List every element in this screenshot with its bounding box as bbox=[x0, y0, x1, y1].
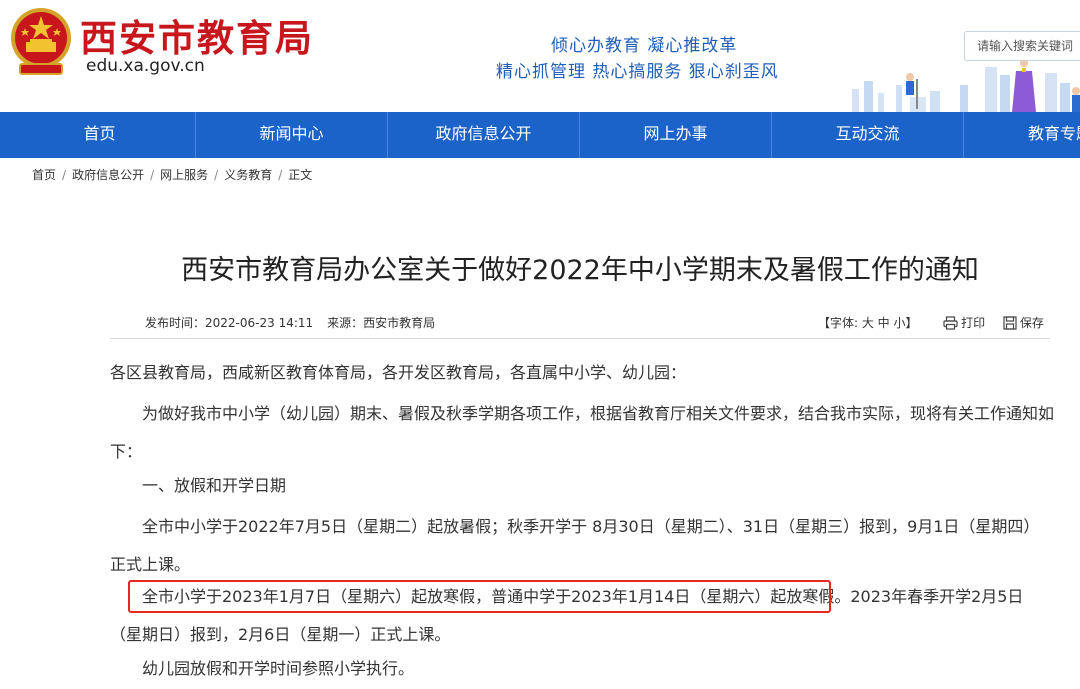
site-domain: edu.xa.gov.cn bbox=[86, 56, 205, 76]
breadcrumb-home[interactable]: 首页 bbox=[32, 168, 56, 182]
breadcrumb-separator: / bbox=[62, 168, 67, 182]
nav-divider bbox=[963, 112, 964, 158]
nav-item-gov-info[interactable]: 政府信息公开 bbox=[388, 112, 579, 158]
save-disk-icon bbox=[1003, 316, 1017, 330]
slogan-line-2: 精心抓管理 热心搞服务 狠心刹歪风 bbox=[496, 62, 779, 82]
breadcrumb: 首页 / 政府信息公开 / 网上服务 / 义务教育 / 正文 bbox=[32, 166, 312, 183]
printer-icon bbox=[943, 316, 958, 330]
print-label: 打印 bbox=[961, 316, 986, 330]
search-input[interactable] bbox=[964, 31, 1080, 61]
article-salutation: 各区县教育局，西咸新区教育体育局，各开发区教育局，各直属中小学、幼儿园： bbox=[110, 354, 1055, 392]
article-summer-paragraph: 全市中小学于2022年7月5日（星期二）起放暑假；秋季开学于 8月30日（星期二… bbox=[110, 508, 1055, 584]
national-emblem-icon bbox=[11, 8, 71, 75]
article-title: 西安市教育局办公室关于做好2022年中小学期末及暑假工作的通知 bbox=[181, 255, 979, 286]
nav-item-news[interactable]: 新闻中心 bbox=[196, 112, 387, 158]
salutation-text: 各区县教育局，西咸新区教育体育局，各开发区教育局，各直属中小学、幼儿园： bbox=[110, 363, 687, 382]
publish-time-label: 发布时间： bbox=[145, 316, 206, 330]
article-meta: 发布时间：2022-06-23 14:11 来源：西安市教育局 bbox=[145, 314, 435, 331]
city-skyline-illustration bbox=[852, 59, 1080, 112]
save-label: 保存 bbox=[1019, 316, 1044, 330]
summer-dates-text: 全市中小学于2022年7月5日（星期二）起放暑假；秋季开学于 8月30日（星期二… bbox=[110, 517, 1040, 574]
breadcrumb-compulsory-education[interactable]: 义务教育 bbox=[224, 168, 272, 182]
breadcrumb-separator: / bbox=[214, 168, 219, 182]
print-button[interactable]: 打印 bbox=[943, 316, 989, 330]
winter-dates-highlighted-text: 全市小学于2023年1月7日（星期六）起放寒假，普通中学于2023年1月14日（… bbox=[142, 587, 851, 606]
article-intro: 为做好我市中小学（幼儿园）期末、暑假及秋季学期各项工作，根据省教育厅相关文件要求… bbox=[110, 395, 1055, 471]
breadcrumb-separator: / bbox=[278, 168, 283, 182]
breadcrumb-separator: / bbox=[150, 168, 155, 182]
nav-item-home[interactable]: 首页 bbox=[4, 112, 195, 158]
article-section-heading: 一、放假和开学日期 bbox=[110, 467, 1055, 505]
breadcrumb-current: 正文 bbox=[288, 168, 313, 182]
section-1-heading: 一、放假和开学日期 bbox=[142, 476, 287, 495]
article-source: 西安市教育局 bbox=[363, 316, 436, 330]
article-winter-paragraph: 全市小学于2023年1月7日（星期六）起放寒假，普通中学于2023年1月14日（… bbox=[110, 578, 1055, 654]
site-header: 西安市教育局 edu.xa.gov.cn 倾心办教育 凝心推改革 精心抓管理 热… bbox=[0, 0, 1080, 112]
article-tools: 【字体: 大 中 小】 打印 保存 bbox=[818, 314, 1044, 331]
save-button[interactable]: 保存 bbox=[1003, 316, 1044, 330]
source-label: 来源： bbox=[327, 316, 364, 330]
site-name: 西安市教育局 bbox=[80, 16, 314, 60]
divider-line bbox=[110, 338, 1050, 339]
font-size-switcher[interactable]: 【字体: 大 中 小】 bbox=[818, 316, 918, 330]
slogan-line-1: 倾心办教育 凝心推改革 bbox=[551, 36, 738, 56]
breadcrumb-online-services[interactable]: 网上服务 bbox=[160, 168, 208, 182]
breadcrumb-gov-info[interactable]: 政府信息公开 bbox=[72, 168, 144, 182]
main-nav: 首页 新闻中心 政府信息公开 网上办事 互动交流 教育专题 bbox=[0, 112, 1080, 158]
kindergarten-text: 幼儿园放假和开学时间参照小学执行。 bbox=[142, 659, 415, 678]
nav-item-online-services[interactable]: 网上办事 bbox=[580, 112, 771, 158]
article-kindergarten-paragraph: 幼儿园放假和开学时间参照小学执行。 bbox=[110, 650, 1055, 688]
nav-item-education-topics[interactable]: 教育专题 bbox=[1028, 112, 1080, 158]
intro-text: 为做好我市中小学（幼儿园）期末、暑假及秋季学期各项工作，根据省教育厅相关文件要求… bbox=[110, 404, 1055, 461]
nav-item-interaction[interactable]: 互动交流 bbox=[772, 112, 963, 158]
publish-time: 2022-06-23 14:11 bbox=[205, 316, 314, 330]
